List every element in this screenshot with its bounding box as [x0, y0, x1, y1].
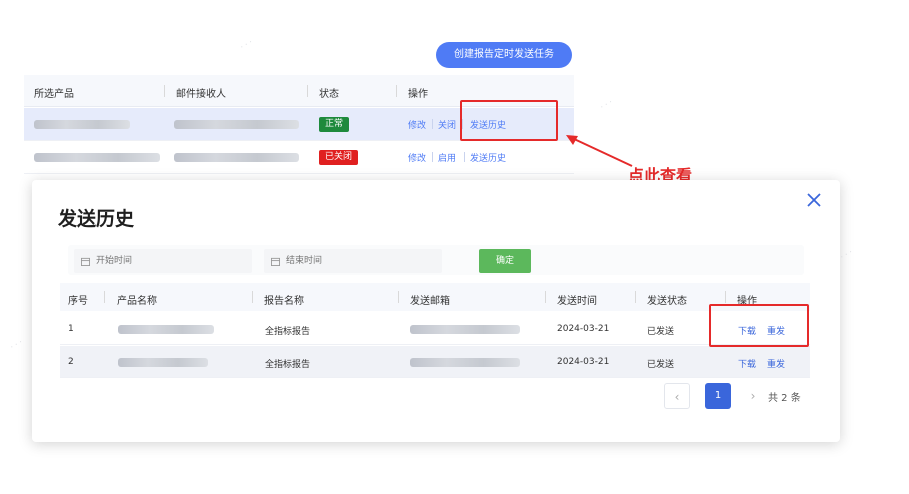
pagination-prev-button[interactable]: ‹ [664, 383, 690, 409]
modal-title: 发送历史 [58, 208, 135, 230]
header-divider [307, 85, 308, 97]
header-product-name: 产品名称 [117, 296, 157, 307]
redacted-email [410, 325, 520, 334]
redacted-product [34, 153, 160, 162]
redacted-email [410, 358, 520, 367]
header-send-status: 发送状态 [647, 296, 687, 307]
confirm-button[interactable]: 确定 [479, 249, 531, 273]
download-link[interactable]: 下载 [738, 357, 756, 370]
calendar-icon [81, 257, 90, 266]
send-time: 2024-03-21 [557, 357, 610, 367]
redacted-product [34, 120, 130, 129]
header-report-name: 报告名称 [264, 296, 304, 307]
send-status: 已发送 [647, 327, 675, 337]
report-name: 全指标报告 [265, 327, 311, 337]
redacted-recipient [174, 120, 299, 129]
header-actions: 操作 [408, 89, 428, 100]
enable-task-link[interactable]: 启用 [438, 151, 456, 164]
header-divider [635, 291, 636, 303]
row-index: 2 [68, 357, 74, 367]
end-date-field[interactable] [264, 249, 442, 273]
status-badge: 已关闭 [319, 150, 359, 165]
header-divider [545, 291, 546, 303]
redacted-product [118, 325, 214, 334]
header-status: 状态 [319, 89, 339, 100]
send-time: 2024-03-21 [557, 324, 610, 334]
header-selected-product: 所选产品 [34, 89, 74, 100]
close-icon[interactable] [802, 188, 826, 212]
table-row: 已关闭 修改 启用 发送历史 [24, 141, 574, 174]
header-mail-recipient: 邮件接收人 [176, 89, 226, 100]
header-divider [725, 291, 726, 303]
header-divider [104, 291, 105, 303]
header-send-email: 发送邮箱 [410, 296, 450, 307]
report-name: 全指标报告 [265, 360, 311, 370]
watermark: · · · [8, 337, 25, 352]
row-index: 1 [68, 324, 74, 334]
history-table-header: 序号 产品名称 报告名称 发送邮箱 发送时间 发送状态 操作 [60, 283, 810, 311]
send-history-link[interactable]: 发送历史 [470, 151, 506, 164]
header-send-time: 发送时间 [557, 296, 597, 307]
watermark: · · · [238, 37, 255, 52]
table-row: 2 全指标报告 2024-03-21 已发送 下载 重发 [60, 346, 810, 378]
send-history-modal: 发送历史 确定 序号 产品名称 报告名称 发送邮箱 发送时间 发送状态 [32, 180, 840, 442]
watermark: · · · [838, 247, 855, 262]
pagination-total: 共 2 条 [768, 393, 801, 404]
header-divider [164, 85, 165, 97]
header-divider [396, 85, 397, 97]
header-index: 序号 [68, 296, 88, 307]
close-task-link[interactable]: 关闭 [438, 118, 456, 131]
highlight-box [709, 304, 809, 347]
highlight-box [460, 100, 558, 141]
redacted-recipient [174, 153, 299, 162]
pagination-next-button[interactable]: › [740, 383, 766, 409]
header-divider [252, 291, 253, 303]
edit-link[interactable]: 修改 [408, 118, 426, 131]
action-divider [432, 119, 433, 129]
calendar-icon [271, 257, 280, 266]
date-filter-bar: 确定 [68, 245, 804, 275]
action-divider [464, 152, 465, 162]
status-badge: 正常 [319, 117, 350, 132]
redacted-product [118, 358, 208, 367]
start-date-field[interactable] [74, 249, 252, 273]
action-divider [432, 152, 433, 162]
table-row: 1 全指标报告 2024-03-21 已发送 下载 重发 [60, 313, 810, 345]
create-report-task-button[interactable]: 创建报告定时发送任务 [436, 42, 572, 68]
pagination-page-current[interactable]: 1 [705, 383, 731, 409]
watermark: · · · [598, 97, 615, 112]
edit-link[interactable]: 修改 [408, 151, 426, 164]
header-divider [398, 291, 399, 303]
resend-link[interactable]: 重发 [767, 357, 785, 370]
send-status: 已发送 [647, 360, 675, 370]
